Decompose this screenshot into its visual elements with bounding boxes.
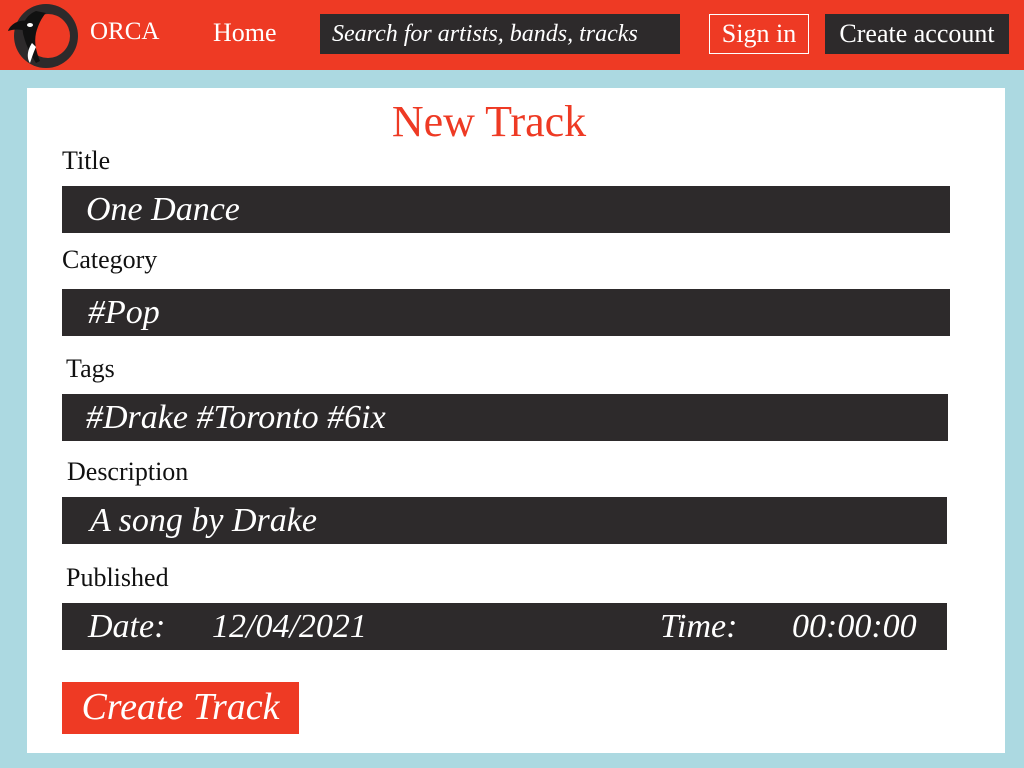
brand-link[interactable]: ORCA — [90, 18, 159, 46]
tags-label: Tags — [66, 354, 115, 383]
date-label: Date: — [88, 608, 166, 645]
description-field[interactable]: A song by Drake — [62, 497, 947, 544]
nav-home-link[interactable]: Home — [213, 18, 277, 48]
category-field[interactable]: #Pop — [62, 289, 950, 336]
time-input[interactable]: 00:00:00 — [792, 603, 917, 650]
page-title: New Track — [391, 97, 587, 146]
date-input[interactable]: 12/04/2021 — [212, 603, 367, 650]
search-input[interactable] — [320, 14, 680, 54]
description-label: Description — [67, 457, 189, 486]
time-label: Time: — [660, 608, 738, 645]
published-label: Published — [66, 563, 169, 592]
top-navbar: ORCA Home Sign in Create account — [0, 0, 1024, 70]
published-field: Date: 12/04/2021 Time: 00:00:00 — [62, 603, 947, 650]
create-account-button[interactable]: Create account — [825, 14, 1009, 54]
create-track-button[interactable]: Create Track — [62, 682, 299, 734]
title-label: Title — [62, 146, 111, 175]
orca-logo-icon[interactable] — [6, 3, 80, 69]
sign-in-button[interactable]: Sign in — [709, 14, 809, 54]
category-label: Category — [62, 245, 158, 274]
tags-field[interactable]: #Drake #Toronto #6ix — [62, 394, 948, 441]
title-field[interactable]: One Dance — [62, 186, 950, 233]
